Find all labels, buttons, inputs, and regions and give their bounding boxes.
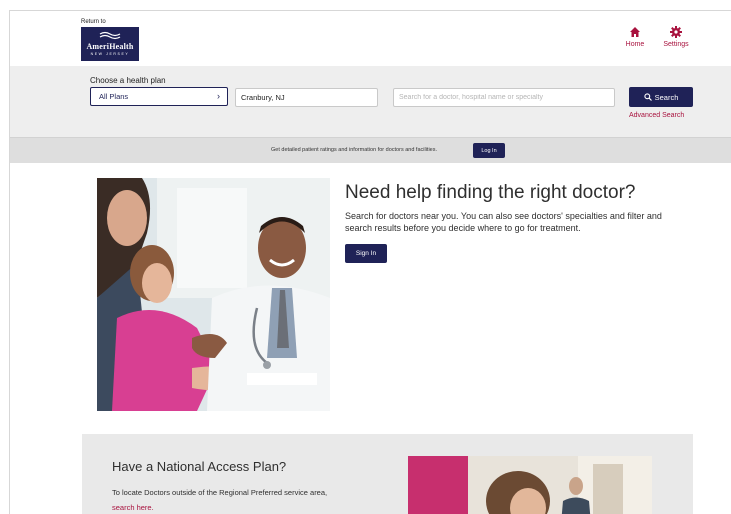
search-here-link[interactable]: search here. [112,503,154,512]
home-nav-button[interactable]: Home [620,26,650,48]
health-plan-label: Choose a health plan [90,76,166,85]
home-label: Home [625,41,645,48]
ratings-info-bar: Get detailed patient ratings and informa… [10,137,731,163]
page-frame: Return to AmeriHealth NEW JERSEY Home Se… [9,10,731,514]
search-button[interactable]: Search [629,87,693,107]
search-button-label: Search [654,92,679,102]
top-header: Return to AmeriHealth NEW JERSEY Home Se… [10,11,731,65]
search-icon [643,92,652,101]
home-icon [630,27,640,37]
return-to-label: Return to [81,19,106,25]
chevron-right-icon: › [217,91,220,101]
health-plan-select[interactable]: All Plans › [90,87,228,106]
settings-label: Settings [663,41,689,48]
sign-in-button[interactable]: Sign In [345,244,387,263]
amerihealth-logo[interactable]: AmeriHealth NEW JERSEY [81,27,139,61]
national-access-photo [408,456,652,514]
national-access-panel: Have a National Access Plan? To locate D… [82,434,693,514]
logo-subtitle: NEW JERSEY [90,52,130,56]
logo-name: AmeriHealth [86,42,134,51]
logo-waves-icon [99,31,121,40]
national-access-title: Have a National Access Plan? [112,459,287,474]
search-band: Choose a health plan All Plans › Search … [10,66,731,137]
hero-description: Search for doctors near you. You can als… [345,211,662,233]
hero-title: Need help finding the right doctor? [345,182,636,203]
settings-nav-button[interactable]: Settings [656,26,696,48]
health-plan-value: All Plans [99,92,129,101]
doctor-search-input[interactable] [393,88,615,107]
location-input[interactable] [235,88,378,107]
ratings-info-text: Get detailed patient ratings and informa… [271,147,438,153]
log-in-button[interactable]: Log In [473,143,505,158]
gear-icon [670,26,682,38]
national-access-text: To locate Doctors outside of the Regiona… [112,488,328,497]
advanced-search-link[interactable]: Advanced Search [629,112,684,119]
doctor-with-patient-photo [97,178,330,411]
